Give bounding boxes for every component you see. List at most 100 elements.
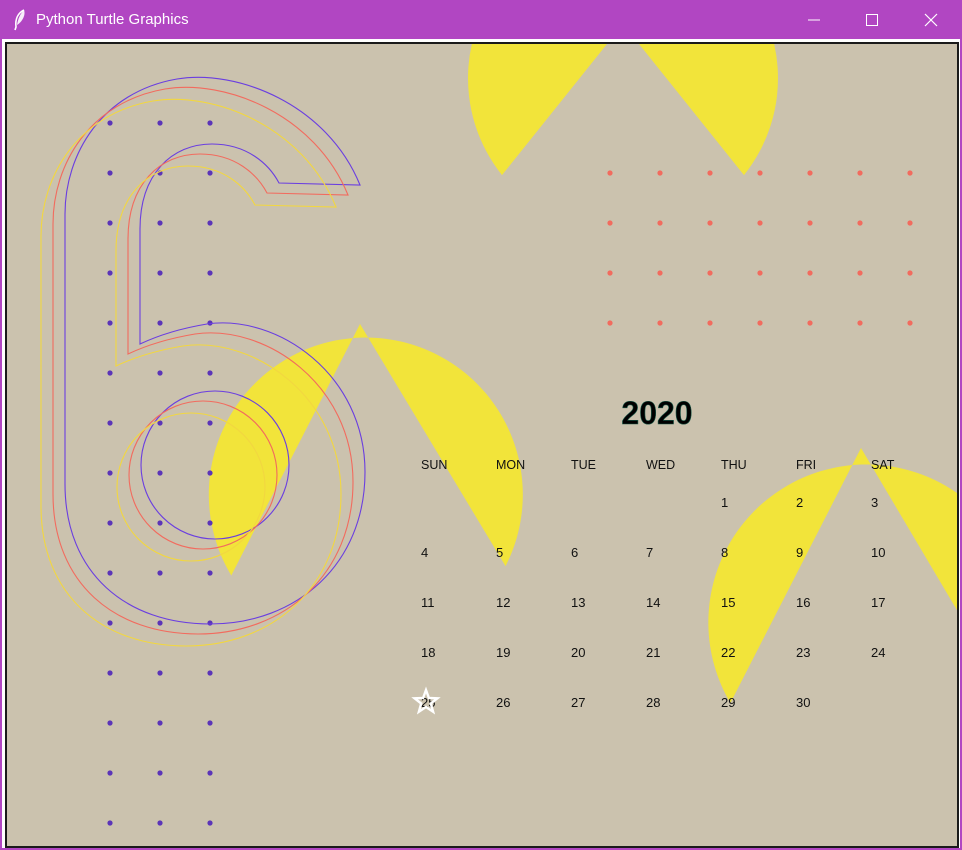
dot — [107, 220, 113, 226]
dot — [107, 720, 113, 726]
dot — [207, 820, 213, 826]
calendar-day[interactable]: 19 — [496, 645, 510, 660]
calendar-day[interactable]: 12 — [496, 595, 510, 610]
calendar-day[interactable]: 18 — [421, 645, 435, 660]
dot — [107, 170, 113, 176]
window-client-area: 2020 SUN MON TUE WED THU FRI SAT 1 2 3 4 5 6 7 8 9 10 11… — [2, 39, 960, 848]
calendar-day[interactable]: 4 — [421, 545, 428, 560]
dot — [157, 370, 163, 376]
close-button[interactable] — [902, 0, 960, 39]
calendar-day[interactable]: 6 — [571, 545, 578, 560]
turtle-canvas[interactable]: 2020 SUN MON TUE WED THU FRI SAT 1 2 3 4 5 6 7 8 9 10 11… — [5, 42, 959, 848]
calendar-day[interactable]: 27 — [571, 695, 585, 710]
dot — [157, 720, 163, 726]
dot — [157, 270, 163, 276]
dot — [807, 220, 813, 226]
calendar-day[interactable]: 17 — [871, 595, 885, 610]
dot-grid-right — [607, 170, 913, 326]
dot — [607, 220, 613, 226]
raindrop-middle — [208, 324, 523, 576]
dot — [157, 220, 163, 226]
calendar-day[interactable]: 11 — [421, 595, 435, 610]
dot — [207, 420, 213, 426]
dot — [707, 170, 713, 176]
dot — [107, 570, 113, 576]
dot — [157, 670, 163, 676]
dot — [207, 670, 213, 676]
feather-icon — [14, 9, 25, 31]
dot — [207, 120, 213, 126]
dot — [107, 270, 113, 276]
dot — [857, 220, 863, 226]
dot — [707, 270, 713, 276]
dot — [757, 170, 763, 176]
dot — [207, 220, 213, 226]
weekday-label: THU — [721, 458, 747, 472]
dot — [807, 270, 813, 276]
dot — [157, 770, 163, 776]
calendar-day[interactable]: 3 — [871, 495, 878, 510]
dot — [907, 320, 913, 326]
dot — [157, 820, 163, 826]
calendar-day[interactable]: 23 — [796, 645, 810, 660]
dot — [107, 120, 113, 126]
weekday-label: SUN — [421, 458, 447, 472]
dot — [707, 220, 713, 226]
calendar-day[interactable]: 14 — [646, 595, 660, 610]
maximize-button[interactable] — [843, 0, 901, 39]
dot — [757, 270, 763, 276]
calendar-day[interactable]: 30 — [796, 695, 810, 710]
dot — [657, 320, 663, 326]
weekday-label: SAT — [871, 458, 895, 472]
dot — [907, 170, 913, 176]
maximize-icon — [866, 14, 878, 26]
dot — [107, 370, 113, 376]
weekday-label: TUE — [571, 458, 596, 472]
canvas-drawing: 2020 SUN MON TUE WED THU FRI SAT 1 2 34 5 6 7 8 9 1011… — [40, 44, 957, 826]
dot — [707, 320, 713, 326]
calendar-day[interactable]: 1 — [721, 495, 728, 510]
dot — [607, 320, 613, 326]
dot — [207, 520, 213, 526]
calendar-day[interactable]: 24 — [871, 645, 885, 660]
dot — [757, 320, 763, 326]
close-icon — [924, 13, 938, 27]
calendar-day[interactable]: 13 — [571, 595, 585, 610]
dot — [207, 270, 213, 276]
calendar-day[interactable]: 10 — [871, 545, 885, 560]
calendar-year: 2020 — [621, 395, 692, 431]
calendar-day[interactable]: 29 — [721, 695, 735, 710]
dot — [157, 620, 163, 626]
calendar-day[interactable]: 9 — [796, 545, 803, 560]
dot — [807, 170, 813, 176]
dot — [107, 320, 113, 326]
window-title: Python Turtle Graphics — [36, 11, 189, 28]
calendar-day[interactable]: 5 — [496, 545, 503, 560]
calendar-day[interactable]: 15 — [721, 595, 735, 610]
calendar-day[interactable]: 26 — [496, 695, 510, 710]
calendar-day[interactable]: 16 — [796, 595, 810, 610]
calendar-day[interactable]: 2 — [796, 495, 803, 510]
dot — [157, 570, 163, 576]
calendar-day[interactable]: 20 — [571, 645, 585, 660]
dot — [107, 420, 113, 426]
weekday-label: FRI — [796, 458, 816, 472]
minimize-button[interactable] — [785, 0, 843, 39]
dot — [107, 470, 113, 476]
calendar-day[interactable]: 28 — [646, 695, 660, 710]
dot — [907, 220, 913, 226]
calendar-day[interactable]: 8 — [721, 545, 728, 560]
calendar-day[interactable]: 22 — [721, 645, 735, 660]
dot — [207, 720, 213, 726]
dot — [107, 670, 113, 676]
dot — [157, 120, 163, 126]
calendar-day[interactable]: 7 — [646, 545, 653, 560]
title-bar[interactable]: Python Turtle Graphics — [0, 0, 962, 39]
dot — [157, 470, 163, 476]
dot — [607, 270, 613, 276]
dot — [607, 170, 613, 176]
calendar-day[interactable]: 21 — [646, 645, 660, 660]
dot-grid-left — [107, 120, 213, 826]
dot — [657, 220, 663, 226]
dot — [157, 320, 163, 326]
